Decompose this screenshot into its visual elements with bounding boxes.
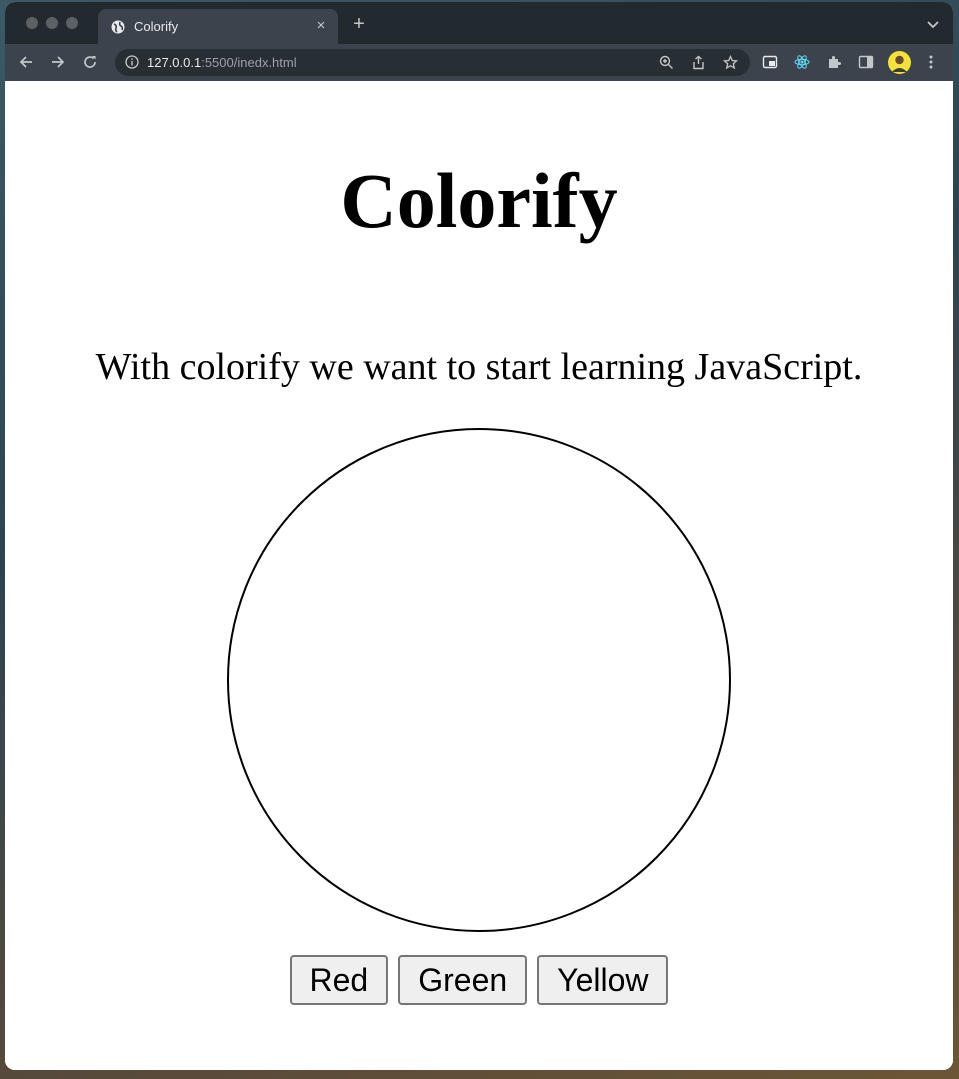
intro-text: With colorify we want to start learning … <box>95 346 863 388</box>
share-icon[interactable] <box>691 55 706 70</box>
more-icon[interactable] <box>923 54 939 70</box>
browser-window: Colorify × + 127.0.0.1:5500/inedx.html C… <box>5 2 953 1070</box>
green-button[interactable]: Green <box>398 955 528 1005</box>
page-title: Colorify <box>340 157 618 244</box>
zoom-icon[interactable] <box>659 55 674 70</box>
react-icon[interactable] <box>794 54 810 70</box>
color-circle <box>227 428 731 932</box>
avatar[interactable] <box>888 51 911 74</box>
page-content: Colorify With colorify we want to start … <box>5 81 953 1070</box>
extensions-icon[interactable] <box>826 54 842 70</box>
address-bar[interactable]: 127.0.0.1:5500/inedx.html <box>115 49 750 76</box>
side-panel-icon[interactable] <box>858 54 874 70</box>
yellow-button[interactable]: Yellow <box>537 955 669 1005</box>
url-host: 127.0.0.1 <box>147 55 202 70</box>
chevron-down-icon[interactable] <box>925 16 941 32</box>
picture-in-picture-icon[interactable] <box>762 54 778 70</box>
minimize-window-button[interactable] <box>46 17 58 29</box>
url-path: :5500/inedx.html <box>201 55 297 70</box>
plus-icon[interactable]: + <box>350 14 368 34</box>
close-icon[interactable]: × <box>312 17 330 35</box>
url-text[interactable]: 127.0.0.1:5500/inedx.html <box>147 55 297 70</box>
info-icon[interactable] <box>125 55 139 69</box>
back-icon[interactable] <box>18 54 34 70</box>
reload-icon[interactable] <box>82 54 98 70</box>
browser-toolbar: 127.0.0.1:5500/inedx.html <box>5 44 953 81</box>
forward-icon[interactable] <box>50 54 66 70</box>
red-button[interactable]: Red <box>289 955 389 1005</box>
zoom-window-button[interactable] <box>66 17 78 29</box>
tab-colorify[interactable]: Colorify × <box>98 9 338 44</box>
tab-strip: Colorify × + <box>5 2 953 44</box>
globe-icon <box>111 20 125 34</box>
close-window-button[interactable] <box>26 17 38 29</box>
star-icon[interactable] <box>723 55 738 70</box>
tab-title: Colorify <box>134 19 179 34</box>
color-buttons: Red Green Yellow <box>5 955 953 1005</box>
